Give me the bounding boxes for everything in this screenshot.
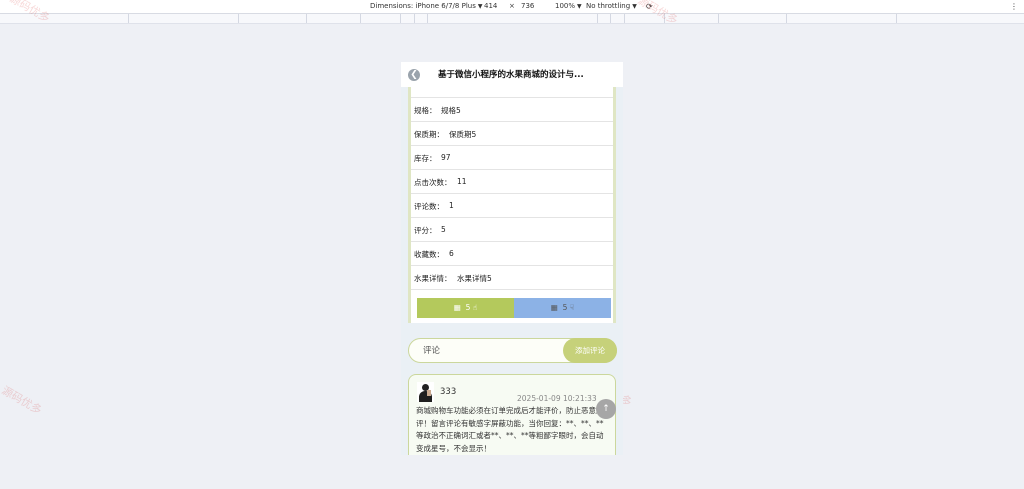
media-query-ruler [0,14,1024,24]
product-detail-card: 规格： 规格5 保质期： 保质期5 库存： 97 点击次数： 11 评论数： 1… [408,87,616,323]
comment-text: 商城购物车功能必须在订单完成后才能评价，防止恶意刷评！留言评论有敏感字屏蔽功能，… [416,406,604,453]
detail-row-comments: 评论数： 1 [411,193,613,218]
add-comment-button[interactable]: 添加评论 [563,338,617,363]
width-field[interactable]: 414 [484,2,497,10]
comment-time: 2025-01-09 10:21:33 [517,394,597,403]
more-options-icon[interactable]: ⋮ [1010,2,1018,11]
zoom-selector[interactable]: 100% ▼ [555,2,582,10]
thumbs-up-button[interactable]: ▦ 5 ☝ [417,298,514,318]
height-field[interactable]: 736 [521,2,534,10]
avatar [417,382,434,402]
comment-user: 333 [440,387,457,397]
phone-viewport: ❮ 基于微信小程序的水果商城的设计与... 规格： 规格5 保质期： 保质期5 … [401,62,623,455]
times-separator: × [509,2,515,10]
detail-row-rating: 评分： 5 [411,217,613,242]
detail-row-stock: 库存： 97 [411,145,613,170]
page-title: 基于微信小程序的水果商城的设计与... [438,70,584,80]
caret-down-icon: ▼ [577,3,582,10]
detail-row-shelf-life: 保质期： 保质期5 [411,121,613,146]
throttling-selector[interactable]: No throttling ▼ [586,2,637,10]
arrow-up-icon: ↑ [602,404,610,414]
comment-form: 添加评论 [408,338,617,363]
detail-row-clicks: 点击次数： 11 [411,169,613,194]
vote-down-emblem-icon: ▦ [550,303,558,312]
detail-row-description: 水果详情： 水果详情5 [411,265,613,290]
watermark: 源码优多 [0,383,45,418]
device-selector[interactable]: Dimensions: iPhone 6/7/8 Plus ▼ [370,2,482,10]
back-arrow-icon[interactable]: ❮ [408,69,420,81]
thumbs-up-count: 5 [465,303,471,312]
product-info-list: 规格： 规格5 保质期： 保质期5 库存： 97 点击次数： 11 评论数： 1… [411,87,613,323]
vote-up-emblem-icon: ▦ [453,303,461,312]
nav-bar: ❮ 基于微信小程序的水果商城的设计与... [401,62,623,87]
caret-down-icon: ▼ [477,3,483,10]
thumbs-down-count: 5 [562,303,568,312]
comment-input[interactable] [421,344,555,358]
scroll-to-top-button[interactable]: ↑ [596,399,616,419]
thumbs-down-icon: ☟ [569,303,575,312]
devtools-toolbar: Dimensions: iPhone 6/7/8 Plus ▼ 414 × 736… [0,0,1024,14]
thumbs-up-icon: ☝ [472,303,478,312]
comment-item: 333 2025-01-09 10:21:33 商城购物车功能必须在订单完成后才… [408,374,616,455]
thumbs-down-button[interactable]: ▦ 5 ☟ [514,298,611,318]
detail-row-favorites: 收藏数： 6 [411,241,613,266]
detail-row-spec: 规格： 规格5 [411,97,613,122]
